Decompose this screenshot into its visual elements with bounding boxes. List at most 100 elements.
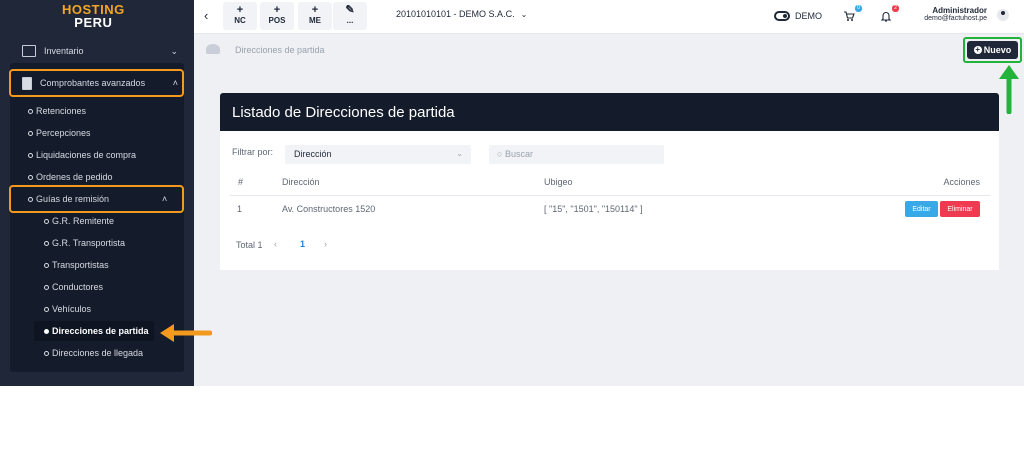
sidebar-subitem-label: G.R. Remitente xyxy=(52,216,115,226)
nc-button-label: NC xyxy=(234,16,246,25)
sidebar-subitem-label: Liquidaciones de compra xyxy=(36,150,137,160)
sidebar-subitem-label: Transportistas xyxy=(52,260,109,270)
company-name: 20101010101 - DEMO S.A.C. xyxy=(396,9,515,19)
demo-label: DEMO xyxy=(795,11,822,21)
nc-button[interactable]: + NC xyxy=(223,2,257,30)
sidebar-subitem-direcciones-partida[interactable]: Direcciones de partida xyxy=(44,326,149,336)
bullet-icon xyxy=(28,196,33,202)
logo-line-2: PERU xyxy=(74,15,113,30)
breadcrumb: Direcciones de partida xyxy=(235,45,325,55)
column-header-acciones: Acciones xyxy=(943,177,980,187)
plus-icon: + xyxy=(311,4,319,16)
demo-toggle[interactable] xyxy=(774,11,790,21)
card-header: Listado de Direcciones de partida xyxy=(220,93,999,131)
sidebar-subitem-guias[interactable]: Guías de remisión xyxy=(28,194,109,204)
card-title: Listado de Direcciones de partida xyxy=(232,103,455,121)
sidebar-subitem-label: Direcciones de llegada xyxy=(52,348,144,358)
sidebar-subitem-direcciones-llegada[interactable]: Direcciones de llegada xyxy=(44,348,143,358)
app: HOSTING PERU Inventario ⌄ Comprobantes a… xyxy=(0,0,1024,386)
bullet-icon xyxy=(28,152,33,158)
pagination-next[interactable]: › xyxy=(324,239,327,249)
sidebar-item-comprobantes[interactable]: Comprobantes avanzados ˄ xyxy=(10,72,184,94)
annotation-arrow-orange xyxy=(160,324,212,342)
column-header-number: # xyxy=(238,177,244,187)
sidebar-subitem-percepciones[interactable]: Percepciones xyxy=(28,128,91,138)
sidebar-subitem-label: Vehículos xyxy=(52,304,92,314)
sidebar-subitem-label: Retenciones xyxy=(36,106,87,116)
notification-badge: 2 xyxy=(892,5,899,12)
bullet-icon xyxy=(44,284,49,290)
nuevo-button[interactable]: + Nuevo xyxy=(967,41,1018,59)
cell-ubigeo: [ "15", "1501", "150114" ] xyxy=(544,204,643,214)
sidebar-subitem-conductores[interactable]: Conductores xyxy=(44,282,103,292)
filter-select[interactable]: Dirección ⌄ xyxy=(285,145,471,164)
bell-icon[interactable] xyxy=(880,10,892,22)
column-header-direccion: Dirección xyxy=(282,177,320,187)
sidebar-subitem-label: Direcciones de partida xyxy=(52,326,149,336)
cart-icon[interactable] xyxy=(843,10,855,22)
document-icon xyxy=(22,76,32,90)
bullet-icon xyxy=(44,328,49,334)
bullet-icon xyxy=(28,174,33,180)
cart-badge: 0 xyxy=(855,5,862,12)
sidebar-subitem-gr-remitente[interactable]: G.R. Remitente xyxy=(44,216,114,226)
avatar[interactable] xyxy=(997,9,1009,21)
bullet-icon xyxy=(44,218,49,224)
search-placeholder: Buscar xyxy=(504,149,533,159)
home-icon xyxy=(206,44,220,54)
nuevo-button-label: Nuevo xyxy=(983,45,1012,55)
edit-more-button[interactable]: ✎... xyxy=(333,2,367,30)
chevron-down-icon: ⌄ xyxy=(520,10,528,19)
sidebar-subitem-ordenes[interactable]: Ordenes de pedido xyxy=(28,172,113,182)
pencil-icon: ✎ xyxy=(345,4,355,16)
pos-button-label: POS xyxy=(268,16,286,25)
me-button-label: ME xyxy=(309,16,321,25)
column-header-ubigeo: Ubigeo xyxy=(544,177,573,187)
cell-number: 1 xyxy=(237,204,243,214)
back-icon[interactable]: ‹ xyxy=(204,8,208,23)
logo: HOSTING PERU xyxy=(62,3,125,29)
sidebar-subitem-label: G.R. Transportista xyxy=(52,238,126,248)
topbar: ‹ + NC + POS + ME ✎... 20101010101 - DEMO S… xyxy=(194,0,1024,34)
annotation-arrow-green xyxy=(999,65,1019,114)
cell-direccion: Av. Constructores 1520 xyxy=(282,204,376,214)
plus-circle-icon: + xyxy=(973,45,982,54)
bullet-icon xyxy=(44,262,49,268)
chevron-down-icon: ⌄ xyxy=(170,45,178,56)
sidebar-subitem-vehiculos[interactable]: Vehículos xyxy=(44,304,91,314)
more-label: ... xyxy=(346,16,354,25)
chevron-up-icon: ˄ xyxy=(172,78,178,88)
chevron-up-icon: ˄ xyxy=(162,194,168,204)
chevron-down-icon: ⌄ xyxy=(456,149,463,158)
sidebar-subitem-transportistas[interactable]: Transportistas xyxy=(44,260,109,270)
sidebar-item-label: Inventario xyxy=(44,46,84,56)
company-selector[interactable]: 20101010101 - DEMO S.A.C. ⌄ xyxy=(396,9,527,19)
sidebar-subitem-gr-transportista[interactable]: G.R. Transportista xyxy=(44,238,125,248)
bullet-icon xyxy=(28,130,33,136)
user-name: Administrador xyxy=(932,6,987,15)
delete-button[interactable]: Eliminar xyxy=(940,201,980,217)
sidebar-item-label: Comprobantes avanzados xyxy=(40,78,146,88)
sidebar-subitem-retenciones[interactable]: Retenciones xyxy=(28,106,86,116)
divider xyxy=(230,195,990,196)
pagination-prev[interactable]: ‹ xyxy=(274,239,277,249)
sidebar-subitem-label: Ordenes de pedido xyxy=(36,172,113,182)
sidebar-subitem-liquidaciones[interactable]: Liquidaciones de compra xyxy=(28,150,136,160)
me-button[interactable]: + ME xyxy=(298,2,332,30)
user-email: demo@factuhost.pe xyxy=(924,15,987,22)
bullet-icon xyxy=(44,240,49,246)
main-content: ‹ + NC + POS + ME ✎... 20101010101 - DEMO S… xyxy=(194,0,1024,386)
bullet-icon xyxy=(28,108,33,114)
pagination-page[interactable]: 1 xyxy=(300,239,305,249)
sidebar-item-inventario[interactable]: Inventario ⌄ xyxy=(10,40,184,62)
filter-label: Filtrar por: xyxy=(232,147,274,157)
search-icon: ○ xyxy=(497,149,503,159)
sidebar-subitem-label: Conductores xyxy=(52,282,104,292)
plus-icon: + xyxy=(236,4,244,16)
sidebar-subitem-label: Guías de remisión xyxy=(36,194,110,204)
filter-select-value: Dirección xyxy=(294,149,332,159)
search-input[interactable]: ○ Buscar xyxy=(489,145,664,164)
total-count: Total 1 xyxy=(236,240,263,250)
pos-button[interactable]: + POS xyxy=(260,2,294,30)
edit-button[interactable]: Editar xyxy=(905,201,938,217)
